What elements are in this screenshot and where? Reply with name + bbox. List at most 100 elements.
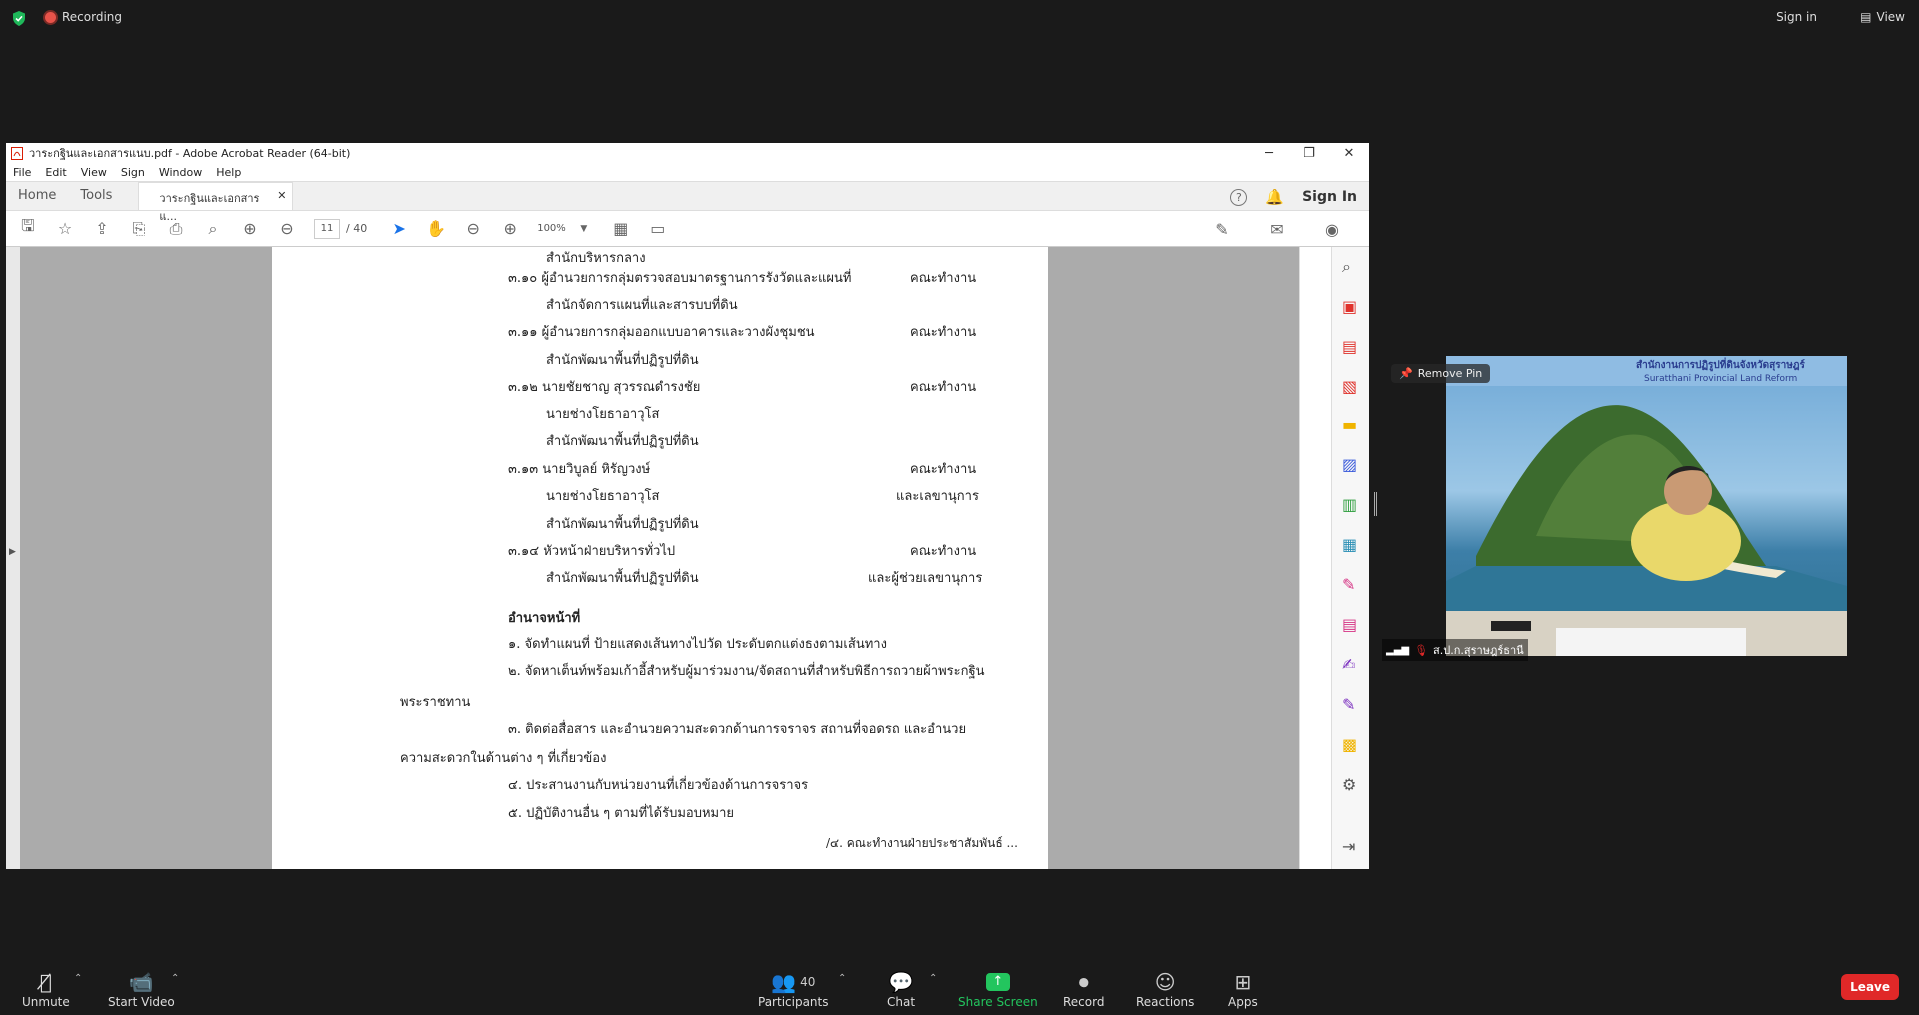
compress-pdf-icon[interactable]: ▥ — [1342, 495, 1360, 514]
participants-button[interactable]: 👥 40 Participants — [758, 969, 829, 1009]
page-number-input[interactable]: 11 — [314, 218, 340, 239]
text-line: ๓.๑๓ นายวิบูลย์ หิรัญวงษ์ — [508, 462, 651, 477]
acrobat-sign-in-button[interactable]: Sign In — [1302, 189, 1357, 205]
record-icon: ⏺ — [1078, 970, 1089, 994]
text-line: คณะทำงาน — [910, 271, 977, 286]
apps-grid-icon: ⊞ — [1234, 970, 1252, 994]
edit-pdf-icon[interactable]: ▧ — [1342, 377, 1360, 396]
comment-icon[interactable]: ▬ — [1342, 415, 1360, 434]
participant-name-badge: ▂▄▆ 🎙 ส.ป.ก.สุราษฎร์ธานี — [1382, 639, 1528, 661]
scroll-mode-icon[interactable]: ▭ — [648, 219, 668, 239]
video-options-caret[interactable]: ⌃ — [171, 973, 179, 984]
acrobat-title-bar: วาระกฐินและเอกสารแนบ.pdf - Adobe Acrobat… — [6, 143, 1369, 163]
zoom-in-icon[interactable]: ⊕ — [500, 219, 520, 239]
zoom-tool-icon[interactable]: ⌕ — [1342, 257, 1360, 276]
zoom-dropdown-icon[interactable]: ▼ — [574, 219, 594, 239]
apps-label: Apps — [1228, 995, 1258, 1009]
sign-pen-icon[interactable]: ✎ — [1212, 219, 1232, 239]
toolbar-right: ✎ ✉ ◉ — [1212, 219, 1359, 239]
more-tools-icon[interactable]: ⚙ — [1342, 775, 1360, 794]
text-line: สำนักบริหารกลาง — [546, 251, 646, 266]
participants-label: Participants — [758, 995, 829, 1009]
participant-video[interactable]: สำนักงานการปฏิรูปที่ดินจังหวัดสุราษฎร์ S… — [1446, 356, 1847, 656]
organize-pages-icon[interactable]: ▤ — [1342, 337, 1360, 356]
pin-icon: 📌 — [1399, 367, 1413, 380]
tab-document[interactable]: วาระกฐินและเอกสารแ... ✕ — [138, 182, 294, 223]
page-view-icon[interactable]: ▦ — [611, 219, 631, 239]
search-icon[interactable]: ⌕ — [203, 219, 223, 239]
zoom-out-icon[interactable]: ⊖ — [463, 219, 483, 239]
page-total: / 40 — [346, 222, 368, 235]
remove-pin-button[interactable]: 📌 Remove Pin — [1391, 364, 1491, 383]
participant-count: 40 — [800, 975, 816, 989]
text-line: /๔. คณะทำงานฝ่ายประชาสัมพันธ์ ... — [826, 836, 1018, 850]
apps-button[interactable]: ⊞ Apps — [1228, 969, 1258, 1009]
restore-icon[interactable]: ❐ — [1289, 143, 1329, 163]
menu-edit[interactable]: Edit — [45, 166, 66, 179]
text-line: ๓.๑๔ หัวหน้าฝ่ายบริหารทั่วไป — [508, 544, 676, 559]
menu-view[interactable]: View — [81, 166, 107, 179]
participants-icon: 👥 40 — [771, 970, 816, 994]
audio-options-caret[interactable]: ⌃ — [74, 973, 82, 984]
start-video-label: Start Video — [108, 995, 175, 1009]
reactions-button[interactable]: ☺ Reactions — [1136, 969, 1194, 1009]
close-tab-icon[interactable]: ✕ — [277, 189, 286, 202]
document-area[interactable]: ▶ สำนักบริหารกลาง ๓.๑๐ ผู้อำนวยการกลุ่มต… — [6, 247, 1329, 869]
view-button[interactable]: ▤ View — [1860, 10, 1905, 24]
menu-file[interactable]: File — [13, 166, 31, 179]
tab-bar: Home Tools วาระกฐินและเอกสารแ... ✕ ? 🔔 S… — [6, 181, 1369, 223]
text-line: สำนักจัดการแผนที่และสารบบที่ดิน — [546, 298, 738, 313]
email-icon[interactable]: ✉ — [1267, 219, 1287, 239]
acrobat-toolbar: 🖫 ☆ ⇪ ⎘ ⎙ ⌕ ⊕ ⊖ 11 / 40 ➤ ✋ ⊖ ⊕ 100% ▼ ▦… — [6, 211, 1369, 247]
left-panel-toggle[interactable]: ▶ — [6, 247, 20, 869]
zoom-level-select[interactable]: 100% — [537, 223, 566, 234]
record-dot-icon — [45, 11, 56, 23]
expand-left-icon: ▶ — [9, 547, 16, 557]
star-icon[interactable]: ☆ — [55, 219, 75, 239]
participants-caret[interactable]: ⌃ — [838, 973, 846, 984]
recording-indicator[interactable]: Recording — [45, 10, 122, 24]
share-screen-button[interactable]: ↑ Share Screen — [958, 969, 1038, 1009]
menu-help[interactable]: Help — [216, 166, 241, 179]
page-up-icon[interactable]: ⊕ — [240, 219, 260, 239]
record-button[interactable]: ⏺ Record — [1063, 969, 1104, 1009]
help-icon[interactable]: ? — [1230, 188, 1248, 206]
minimize-icon[interactable]: ─ — [1249, 143, 1289, 163]
share-screen-label: Share Screen — [958, 995, 1038, 1009]
print-icon[interactable]: ⎙ — [166, 219, 186, 239]
menu-sign[interactable]: Sign — [121, 166, 145, 179]
hand-tool-icon[interactable]: ✋ — [426, 219, 446, 239]
fill-sign-icon[interactable]: ✎ — [1342, 575, 1360, 594]
unmute-button[interactable]: 🎙̸ Unmute — [22, 969, 70, 1009]
scan-ocr-icon[interactable]: ▦ — [1342, 535, 1360, 554]
chat-caret[interactable]: ⌃ — [929, 973, 937, 984]
prepare-form-icon[interactable]: ▩ — [1342, 735, 1360, 754]
certificates-icon[interactable]: ✎ — [1342, 695, 1360, 714]
shield-check-icon[interactable] — [12, 11, 26, 26]
tab-home[interactable]: Home — [6, 188, 68, 210]
collapse-rail-icon[interactable]: ⇥ — [1342, 837, 1360, 856]
upload-cloud-icon[interactable]: ⇪ — [92, 219, 112, 239]
export-icon[interactable]: ⎘ — [129, 219, 149, 239]
export-pdf-icon[interactable]: ▨ — [1342, 455, 1360, 474]
tab-tools[interactable]: Tools — [68, 188, 124, 210]
close-icon[interactable]: ✕ — [1329, 143, 1369, 163]
text-line: สำนักพัฒนาพื้นที่ปฏิรูปที่ดิน — [546, 517, 699, 532]
text-line: สำนักพัฒนาพื้นที่ปฏิรูปที่ดิน — [546, 353, 699, 368]
protect-icon[interactable]: ▤ — [1342, 615, 1360, 634]
create-pdf-icon[interactable]: ▣ — [1342, 297, 1360, 316]
select-cursor-icon[interactable]: ➤ — [389, 219, 409, 239]
panel-resizer[interactable] — [1374, 492, 1377, 516]
menu-window[interactable]: Window — [159, 166, 202, 179]
text-line: ๓.๑๑ ผู้อำนวยการกลุ่มออกแบบอาคารและวางผั… — [508, 325, 815, 340]
account-icon[interactable]: ◉ — [1322, 219, 1342, 239]
bell-icon[interactable]: 🔔 — [1265, 188, 1284, 206]
start-video-button[interactable]: 📹 Start Video — [108, 969, 175, 1009]
save-icon[interactable]: 🖫 — [18, 216, 38, 239]
page-down-icon[interactable]: ⊖ — [277, 219, 297, 239]
chat-button[interactable]: 💬 Chat — [887, 969, 915, 1009]
meeting-controls: 🎙̸ Unmute ⌃ 📹 Start Video ⌃ 👥 40 Particip… — [0, 955, 1919, 1015]
request-sign-icon[interactable]: ✍ — [1342, 655, 1360, 674]
zoom-sign-in-link[interactable]: Sign in — [1776, 10, 1817, 24]
leave-button[interactable]: Leave — [1841, 974, 1899, 1000]
